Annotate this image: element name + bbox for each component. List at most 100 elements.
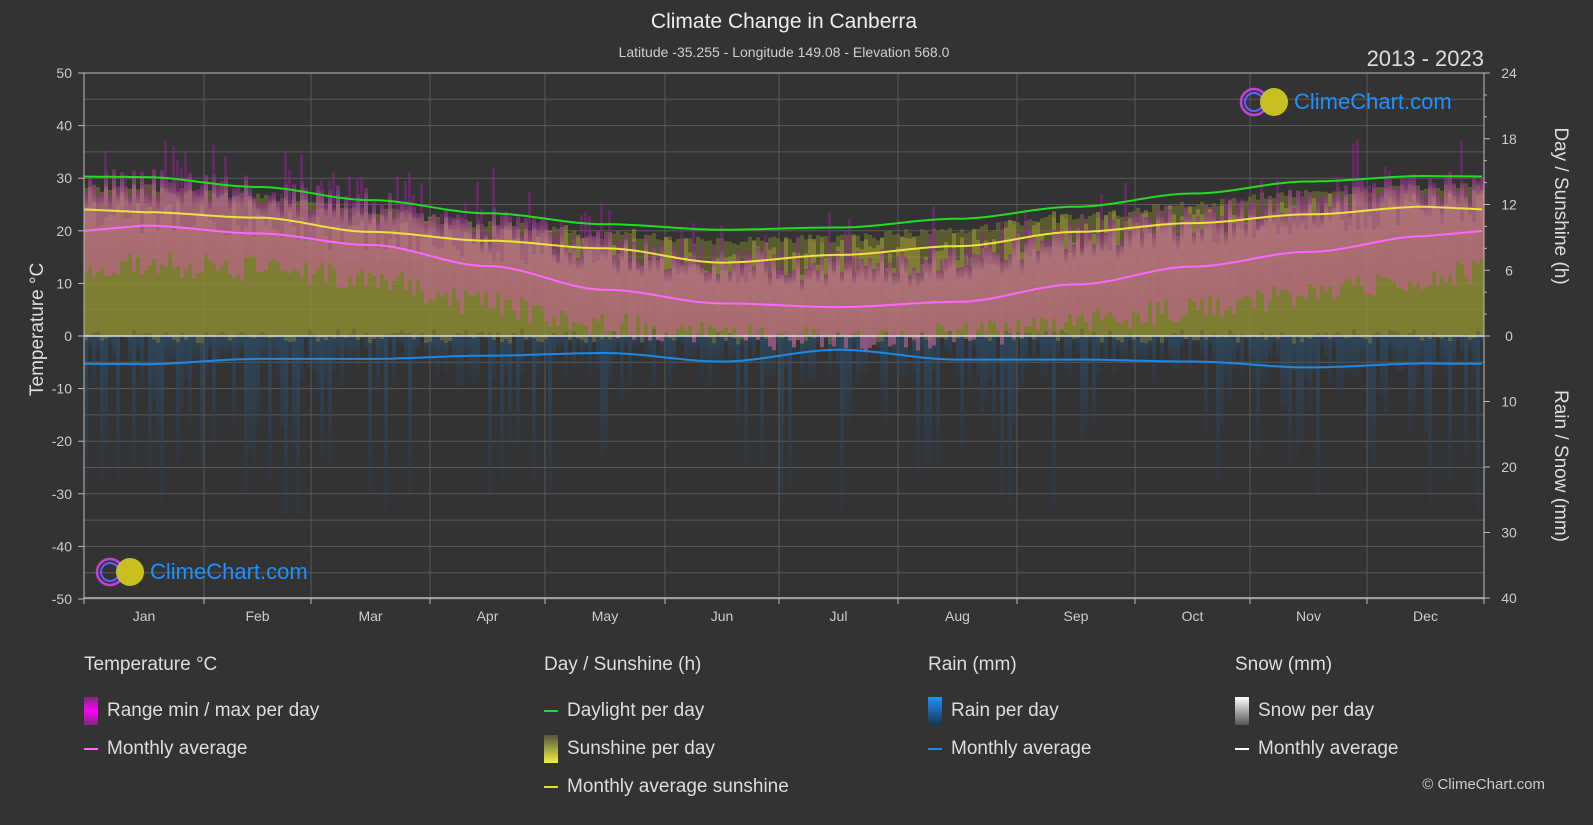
temp-range-day-bar — [764, 235, 767, 263]
temp-range-day-bar — [800, 280, 804, 344]
right-tick-label: 6 — [1505, 262, 1513, 278]
temp-range-day-bar — [1024, 240, 1028, 327]
rain-day-bar — [620, 336, 624, 400]
rain-day-bar — [1336, 336, 1340, 390]
temp-range-day-bar — [312, 209, 316, 275]
temp-range-day-bar — [360, 176, 363, 207]
rain-day-bar — [984, 336, 988, 401]
temp-range-day-bar — [504, 211, 508, 300]
line-swatch-icon — [1235, 748, 1249, 750]
temp-range-day-bar — [104, 170, 108, 277]
rain-day-bar — [856, 336, 860, 383]
temp-range-day-bar — [1100, 234, 1104, 321]
logo-bottom[interactable]: ClimeChart.com — [94, 556, 308, 588]
temp-range-day-bar — [1452, 182, 1455, 184]
temp-range-day-bar — [1480, 177, 1484, 259]
temp-range-day-bar — [188, 172, 192, 265]
rain-day-bar — [156, 336, 160, 447]
logo-top[interactable]: ClimeChart.com — [1238, 86, 1452, 118]
temp-range-day-bar — [1352, 181, 1356, 286]
rain-day-bar — [544, 336, 548, 367]
temp-range-day-bar — [376, 219, 380, 289]
left-tick-label: -20 — [52, 433, 72, 449]
rain-day-bar — [1476, 336, 1480, 509]
temp-range-day-bar — [1140, 211, 1143, 234]
rain-day-bar — [628, 336, 632, 387]
temp-range-day-bar — [648, 257, 652, 341]
temp-range-day-bar — [1128, 230, 1132, 329]
rain-day-bar — [1412, 336, 1416, 411]
temp-range-day-bar — [128, 195, 132, 254]
temp-range-day-bar — [1472, 175, 1476, 262]
temp-range-day-bar — [1424, 193, 1427, 202]
temp-range-day-bar — [1448, 171, 1452, 276]
rain-day-bar — [1152, 336, 1156, 383]
rain-day-bar — [1264, 336, 1268, 382]
temp-range-day-bar — [976, 254, 980, 331]
rain-day-bar — [548, 336, 552, 491]
temp-range-day-bar — [812, 262, 816, 330]
temp-range-day-bar — [1288, 189, 1292, 295]
temp-range-day-bar — [1044, 240, 1048, 322]
rain-day-bar — [912, 336, 916, 375]
temp-range-day-bar — [480, 237, 484, 306]
temp-range-day-bar — [440, 214, 443, 226]
temp-range-day-bar — [180, 190, 184, 279]
temp-range-day-bar — [1164, 204, 1167, 218]
rain-day-bar — [1044, 336, 1048, 375]
rain-day-bar — [696, 336, 700, 350]
temp-range-day-bar — [1220, 216, 1224, 318]
rain-day-bar — [1284, 336, 1288, 407]
temp-range-day-bar — [252, 196, 256, 256]
rain-day-bar — [1016, 336, 1020, 343]
legend-item-temp-avg: Monthly average — [84, 730, 319, 768]
rain-day-bar — [1248, 336, 1252, 364]
rain-day-bar — [1352, 336, 1356, 376]
rain-day-bar — [1272, 336, 1276, 345]
temp-range-day-bar — [1392, 187, 1396, 282]
temp-range-day-bar — [500, 214, 504, 316]
temp-range-day-bar — [900, 252, 904, 332]
temp-range-day-bar — [852, 256, 855, 273]
rain-day-bar — [1300, 336, 1304, 440]
rain-day-bar — [652, 336, 656, 387]
rain-day-bar — [1464, 336, 1468, 458]
temp-range-day-bar — [1432, 182, 1435, 184]
rain-day-bar — [344, 336, 348, 354]
rain-day-bar — [1040, 336, 1044, 379]
temp-range-day-bar — [1196, 216, 1200, 310]
temp-range-day-bar — [904, 256, 907, 260]
temp-range-day-bar — [1236, 199, 1239, 212]
rain-day-bar — [272, 336, 276, 358]
rain-day-bar — [1308, 336, 1312, 410]
rain-day-bar — [280, 336, 284, 428]
temp-range-day-bar — [316, 184, 319, 186]
temp-range-day-bar — [144, 190, 148, 271]
temp-range-day-bar — [1464, 191, 1468, 278]
rain-day-bar — [612, 336, 616, 359]
right-tick-label: 10 — [1501, 394, 1517, 410]
rain-day-bar — [736, 336, 740, 426]
temp-range-day-bar — [1020, 259, 1024, 339]
temp-range-day-bar — [576, 258, 580, 324]
rain-day-bar — [152, 336, 156, 402]
temp-range-day-bar — [1352, 143, 1355, 182]
rain-day-bar — [588, 336, 592, 376]
rain-day-bar — [936, 336, 940, 466]
temp-range-day-bar — [572, 236, 576, 322]
temp-range-day-bar — [124, 186, 128, 263]
temp-range-day-bar — [372, 202, 376, 277]
temp-range-day-bar — [1404, 179, 1408, 292]
temp-range-day-bar — [1420, 194, 1424, 290]
temp-range-day-bar — [1464, 186, 1467, 192]
temp-range-day-bar — [740, 263, 744, 337]
x-tick-label: Nov — [1296, 608, 1321, 624]
temp-range-day-bar — [560, 231, 564, 311]
temp-range-day-bar — [1012, 238, 1016, 338]
temp-range-day-bar — [608, 210, 611, 236]
rain-day-bar — [844, 336, 848, 421]
left-tick-label: 20 — [56, 223, 72, 239]
legend-title: Snow (mm) — [1235, 654, 1333, 675]
rain-day-bar — [688, 336, 692, 358]
temp-range-day-bar — [1100, 193, 1103, 235]
